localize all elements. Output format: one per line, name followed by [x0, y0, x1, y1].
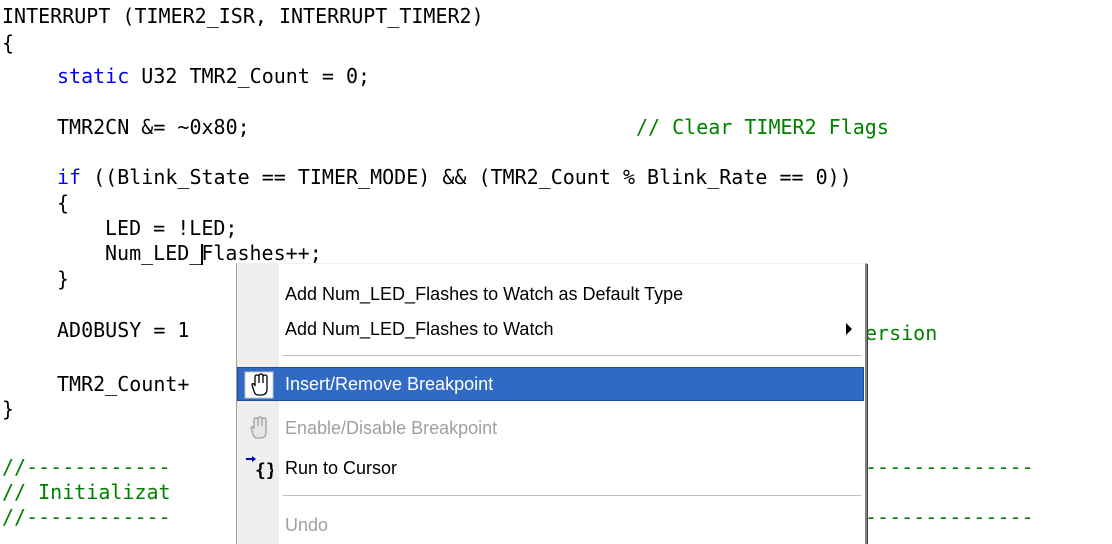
- menu-item-enable-disable-breakpoint[interactable]: Enable/Disable Breakpoint: [237, 411, 864, 445]
- context-menu: Add Num_LED_Flashes to Watch as Default …: [236, 263, 867, 544]
- text-caret: [201, 244, 204, 265]
- code-line-10: AD0BUSY = 1: [57, 317, 189, 343]
- code-text: TMR2CN &= ~0x80;: [57, 115, 250, 139]
- code-line-6: {: [57, 190, 69, 216]
- code-text: LED = !LED;: [105, 216, 238, 240]
- menu-item-label: Add Num_LED_Flashes to Watch: [285, 319, 554, 339]
- comment-text: //------------: [2, 455, 171, 479]
- menu-item-run-to-cursor[interactable]: {} Run to Cursor: [237, 451, 864, 485]
- menu-item-insert-remove-breakpoint[interactable]: Insert/Remove Breakpoint: [237, 367, 864, 401]
- menu-item-label: Run to Cursor: [285, 458, 398, 478]
- menu-item-label: Insert/Remove Breakpoint: [285, 374, 494, 394]
- code-line-9: }: [57, 266, 69, 292]
- svg-text:{}: {}: [255, 460, 273, 481]
- comment-initialization: // Initializat: [2, 479, 171, 505]
- submenu-arrow-icon: [846, 323, 852, 335]
- comment-divider-right-1: --------------: [865, 454, 1034, 480]
- code-text: U32 TMR2_Count = 0;: [129, 64, 371, 88]
- code-text: {: [2, 31, 15, 55]
- comment-text: // Initializat: [2, 480, 171, 504]
- code-text: Flashes++;: [201, 241, 322, 265]
- comment-text: ersion: [865, 321, 938, 345]
- code-text: {: [57, 191, 70, 215]
- comment-text: //------------: [2, 505, 171, 529]
- code-line-3: static U32 TMR2_Count = 0;: [57, 63, 370, 89]
- code-comment-fragment: ersion: [865, 320, 937, 346]
- keyword-if: if: [57, 165, 82, 189]
- comment-divider-right-2: --------------: [865, 504, 1034, 530]
- code-line-1: INTERRUPT (TIMER2_ISR, INTERRUPT_TIMER2): [2, 3, 484, 29]
- hand-breakpoint-disabled-icon: [243, 414, 273, 442]
- code-text: TMR2_Count+: [57, 372, 190, 396]
- comment-text: --------------: [865, 505, 1034, 529]
- code-line-11: TMR2_Count+: [57, 371, 189, 397]
- comment-text: --------------: [865, 455, 1034, 479]
- code-text: AD0BUSY = 1: [57, 318, 190, 342]
- code-text: }: [2, 397, 15, 421]
- keyword-static: static: [57, 64, 130, 88]
- comment-divider-left-1: //------------: [2, 454, 171, 480]
- code-line-4: TMR2CN &= ~0x80;: [57, 114, 250, 140]
- code-comment-clear-timer2: // Clear TIMER2 Flags: [636, 114, 889, 140]
- code-line-2: {: [2, 30, 14, 56]
- code-line-7: LED = !LED;: [105, 215, 237, 241]
- comment-divider-left-2: //------------: [2, 504, 171, 530]
- menu-item-add-watch[interactable]: Add Num_LED_Flashes to Watch: [237, 312, 864, 346]
- menu-item-add-watch-default[interactable]: Add Num_LED_Flashes to Watch as Default …: [237, 277, 864, 311]
- menu-item-label: Enable/Disable Breakpoint: [285, 418, 498, 438]
- code-line-12: }: [2, 396, 14, 422]
- menu-item-label: Add Num_LED_Flashes to Watch as Default …: [285, 284, 684, 304]
- hand-breakpoint-icon: [244, 371, 274, 399]
- code-text: INTERRUPT (TIMER2_ISR, INTERRUPT_TIMER2): [2, 4, 484, 28]
- comment-text: // Clear TIMER2 Flags: [636, 115, 889, 139]
- code-text: ((Blink_State == TIMER_MODE) && (TMR2_Co…: [81, 165, 852, 189]
- code-text: Num_LED_: [105, 241, 202, 265]
- code-text: }: [57, 267, 70, 291]
- run-to-cursor-icon: {}: [243, 454, 277, 482]
- menu-separator: [283, 355, 861, 357]
- menu-item-undo[interactable]: Undo: [237, 508, 864, 542]
- code-line-5: if ((Blink_State == TIMER_MODE) && (TMR2…: [57, 164, 852, 190]
- menu-separator: [283, 495, 861, 497]
- menu-item-label: Undo: [285, 515, 329, 535]
